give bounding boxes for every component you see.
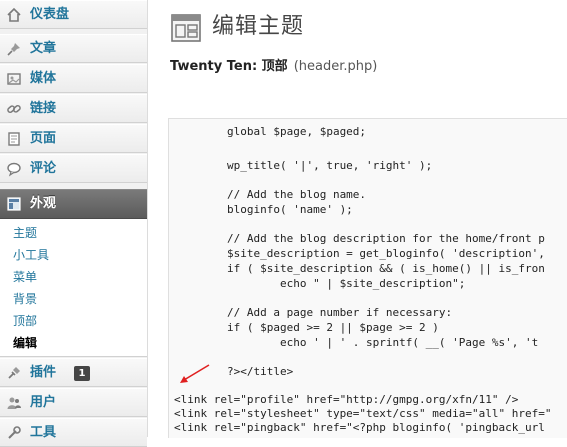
menu-item-tools[interactable]: 工具 [0,418,147,447]
menu-label: 用户 [30,395,57,410]
code-line: wp_title( '|', true, 'right' ); [174,159,433,172]
menu-label: 评论 [30,161,57,176]
menu-label: 插件 [30,365,57,380]
code-line: echo " | $site_description"; [174,277,466,290]
page-icon [6,131,22,147]
admin-sidebar: 仪表盘 文章 媒体 链接 页面 评论 外观 主题 小工具 菜单 背景 顶部 编辑… [0,0,148,447]
code-line: <link rel="stylesheet" type="text/css" m… [174,407,552,420]
code-line: // Add the blog name. [174,188,367,201]
update-count-badge: 1 [74,366,90,381]
menu-item-comments[interactable]: 评论 [0,154,147,183]
menu-label: 仪表盘 [30,7,70,22]
editing-file-heading: Twenty Ten: 顶部 (header.php) [170,58,377,76]
page-title: 编辑主题 [212,14,305,39]
appearance-page-icon [170,12,202,44]
submenu-header[interactable]: 顶部 [13,313,37,329]
code-line: // Add a page number if necessary: [174,306,453,319]
media-icon [6,71,22,87]
appearance-submenu: 主题 小工具 菜单 背景 顶部 编辑 [0,219,147,357]
dashboard-icon [6,7,22,23]
menu-label: 页面 [30,131,57,146]
code-line: echo ' | ' . sprintf( __( 'Page %s', 't [174,336,539,349]
code-line: if ( $paged >= 2 || $page >= 2 ) [174,321,439,334]
tools-icon [6,425,22,441]
submenu-widgets[interactable]: 小工具 [13,247,49,263]
code-line: // Add the blog description for the home… [174,232,545,245]
menu-label: 工具 [30,425,57,440]
menu-item-appearance[interactable]: 外观 [0,189,147,219]
menu-label: 媒体 [30,71,57,86]
code-line: if ( $site_description && ( is_home() ||… [174,262,545,275]
pushpin-icon [6,41,22,57]
theme-name: Twenty Ten: 顶部 [170,59,288,74]
code-line: $site_description = get_bloginfo( 'descr… [174,247,545,260]
submenu-editor[interactable]: 编辑 [13,335,37,351]
menu-item-links[interactable]: 链接 [0,94,147,123]
submenu-menus[interactable]: 菜单 [13,269,37,285]
code-line: <link rel="pingback" href="<?php bloginf… [174,421,545,434]
annotation-arrow [176,362,212,388]
menu-label: 文章 [30,41,57,56]
menu-item-dashboard[interactable]: 仪表盘 [0,0,147,29]
menu-item-media[interactable]: 媒体 [0,64,147,93]
theme-code-editor[interactable]: global $page, $paged; wp_title( '|', tru… [168,118,567,438]
code-line: <link rel="profile" href="http://gmpg.or… [174,393,519,406]
menu-item-plugins[interactable]: 插件 1 [0,358,147,387]
menu-item-pages[interactable]: 页面 [0,124,147,153]
appearance-icon [6,196,22,212]
code-line: global $page, $paged; [174,125,367,138]
code-line: bloginfo( 'name' ); [174,203,353,216]
plugin-icon [6,365,22,381]
submenu-themes[interactable]: 主题 [13,225,37,241]
submenu-background[interactable]: 背景 [13,291,37,307]
link-icon [6,101,22,117]
menu-label: 外观 [30,196,57,211]
comment-icon [6,161,22,177]
menu-item-posts[interactable]: 文章 [0,34,147,63]
menu-label: 链接 [30,101,57,116]
menu-item-users[interactable]: 用户 [0,388,147,417]
users-icon [6,395,22,411]
file-name: (header.php) [293,59,378,74]
